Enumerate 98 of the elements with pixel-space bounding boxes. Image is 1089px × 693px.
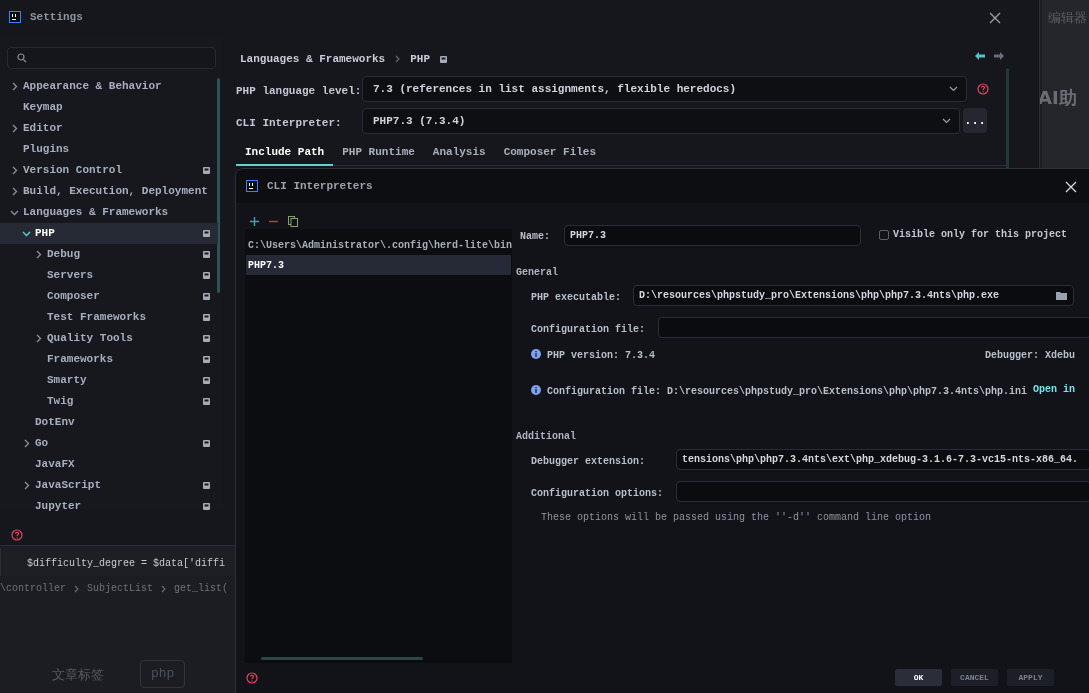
sidebar-item[interactable]: Plugins xyxy=(0,139,218,160)
search-field[interactable] xyxy=(7,47,216,69)
back-arrow-icon[interactable] xyxy=(975,52,985,60)
hint-text: These options will be passed using the ''-d'' command line option xyxy=(541,511,932,525)
search-icon xyxy=(17,53,27,63)
sidebar-item[interactable]: PHP xyxy=(0,223,218,244)
chevron-right-icon[interactable] xyxy=(34,334,43,343)
checkbox-label: Visible only for this project xyxy=(893,228,1068,242)
sidebar-item[interactable]: Test Frameworks xyxy=(0,307,218,328)
link[interactable]: Open in xyxy=(1033,382,1075,397)
dropdown[interactable]: 7.3 (references in list assignments, flexible heredocs) xyxy=(362,76,967,102)
info-icon xyxy=(531,349,541,359)
chevron-down-icon[interactable] xyxy=(22,229,31,238)
sidebar-item[interactable]: JavaScript xyxy=(0,475,218,496)
chevron-right-icon[interactable] xyxy=(10,124,19,133)
info-text: Debugger: Xdebu xyxy=(985,349,1075,363)
sidebar-item[interactable]: Smarty xyxy=(0,370,218,391)
sidebar-item[interactable]: DotEnv xyxy=(0,412,218,433)
field-label: Debugger extension: xyxy=(531,455,646,469)
list-item[interactable]: C:\Users\Administrator\.config\herd-lite\bin xyxy=(246,235,511,255)
sidebar-item[interactable]: Debug xyxy=(0,244,218,265)
sidebar-item[interactable]: Go xyxy=(0,433,218,454)
chevron-right-icon[interactable] xyxy=(10,187,19,196)
field-label: PHP language level: xyxy=(236,84,362,99)
list-item[interactable]: PHP7.3 xyxy=(246,255,511,275)
input-field[interactable]: D:\resources\phpstudy_pro\Extensions\php\php7.3.4nts\php.exe xyxy=(633,285,1074,306)
input-field[interactable]: PHP7.3 xyxy=(564,225,861,246)
chevron-right-icon[interactable] xyxy=(34,250,43,259)
tab[interactable]: Include Path xyxy=(236,140,334,166)
help-icon[interactable] xyxy=(246,672,258,684)
sidebar-item[interactable]: Keymap xyxy=(0,97,218,118)
field-label: CLI Interpreter: xyxy=(236,116,342,131)
sidebar-item[interactable]: Build, Execution, Deployment xyxy=(0,181,218,202)
chevron-right-icon xyxy=(74,584,79,593)
close-icon[interactable] xyxy=(1065,181,1077,193)
dialog-button[interactable]: APPLY xyxy=(1007,669,1054,686)
window-title: Settings xyxy=(30,9,83,25)
chevron-right-icon[interactable] xyxy=(10,82,19,91)
side-heading: AI助 xyxy=(1038,86,1077,110)
section-heading: Additional xyxy=(516,430,576,444)
sidebar-item[interactable]: Composer xyxy=(0,286,218,307)
dialog-button[interactable]: OK xyxy=(895,669,942,686)
app-icon xyxy=(9,11,21,23)
breadcrumb-item: PHP xyxy=(410,52,431,67)
tab[interactable]: Composer Files xyxy=(494,140,606,166)
breadcrumb-item[interactable]: \controller xyxy=(0,581,66,596)
dialog-title: CLI Interpreters xyxy=(267,178,373,194)
code-line: $difficulty_degree = $data['diffi xyxy=(27,557,226,571)
chevron-right-icon xyxy=(161,584,167,593)
input-field[interactable] xyxy=(658,317,1089,338)
chevron-down-icon xyxy=(949,86,958,92)
chevron-right-icon[interactable] xyxy=(22,481,31,490)
close-icon[interactable] xyxy=(989,12,1001,24)
tab[interactable]: Analysis xyxy=(423,140,495,166)
info-text: PHP version: 7.3.4 xyxy=(547,349,656,363)
chevron-right-icon[interactable] xyxy=(10,166,19,175)
sidebar-item[interactable]: Editor xyxy=(0,118,218,139)
tab[interactable]: PHP Runtime xyxy=(333,140,424,166)
sidebar-item[interactable]: Jupyter xyxy=(0,496,218,517)
sidebar-item[interactable]: Frameworks xyxy=(0,349,218,370)
input-field[interactable]: tensions\php\php7.3.4nts\ext\php_xdebug-3.1.6-7.3-vc15-nts-x86_64. xyxy=(676,449,1089,470)
field-label: Configuration file: xyxy=(531,323,646,337)
sidebar-item[interactable]: Twig xyxy=(0,391,218,412)
dialog-button[interactable]: CANCEL xyxy=(951,669,998,686)
add-icon[interactable] xyxy=(250,217,259,226)
checkbox[interactable] xyxy=(879,229,889,240)
breadcrumb-item[interactable]: get_list( xyxy=(174,581,229,596)
tag-chip: php xyxy=(140,660,186,688)
more-button[interactable]: ... xyxy=(963,108,987,133)
app-icon xyxy=(246,180,258,192)
field-label: PHP executable: xyxy=(531,291,621,305)
copy-icon[interactable] xyxy=(288,216,298,227)
sidebar-item[interactable]: Version Control xyxy=(0,160,218,181)
info-icon xyxy=(531,385,541,395)
sidebar-item[interactable]: Languages & Frameworks xyxy=(0,202,218,223)
dropdown[interactable]: PHP7.3 (7.3.4) xyxy=(362,108,960,134)
chevron-right-icon[interactable] xyxy=(22,439,31,448)
folder-icon[interactable] xyxy=(1056,291,1067,300)
sidebar-item[interactable]: Appearance & Behavior xyxy=(0,76,218,97)
breadcrumb-item[interactable]: SubjectList xyxy=(87,581,154,596)
sidebar-item[interactable]: JavaFX xyxy=(0,454,218,475)
breadcrumb-item[interactable]: Languages & Frameworks xyxy=(240,51,386,68)
sidebar-item[interactable]: Servers xyxy=(0,265,218,286)
help-icon[interactable] xyxy=(977,83,989,95)
help-icon[interactable] xyxy=(11,529,23,541)
scrollbar-thumb[interactable] xyxy=(217,78,220,293)
sidebar-item[interactable]: Quality Tools xyxy=(0,328,218,349)
chevron-down-icon xyxy=(942,118,951,124)
field-label: Name: xyxy=(520,230,550,244)
section-heading: General xyxy=(516,266,558,280)
project-scope-icon xyxy=(440,55,448,63)
info-text: Configuration file: D:\resources\phpstudy_pro\Extensions\php\php7.3.4nts\php.ini xyxy=(547,385,1028,399)
chevron-right-icon xyxy=(395,55,401,64)
field-label: Configuration options: xyxy=(531,487,664,501)
scrollbar-thumb[interactable] xyxy=(261,657,423,660)
input-field[interactable] xyxy=(676,481,1089,502)
forward-arrow-icon[interactable] xyxy=(994,52,1004,60)
chevron-down-icon[interactable] xyxy=(10,208,19,217)
